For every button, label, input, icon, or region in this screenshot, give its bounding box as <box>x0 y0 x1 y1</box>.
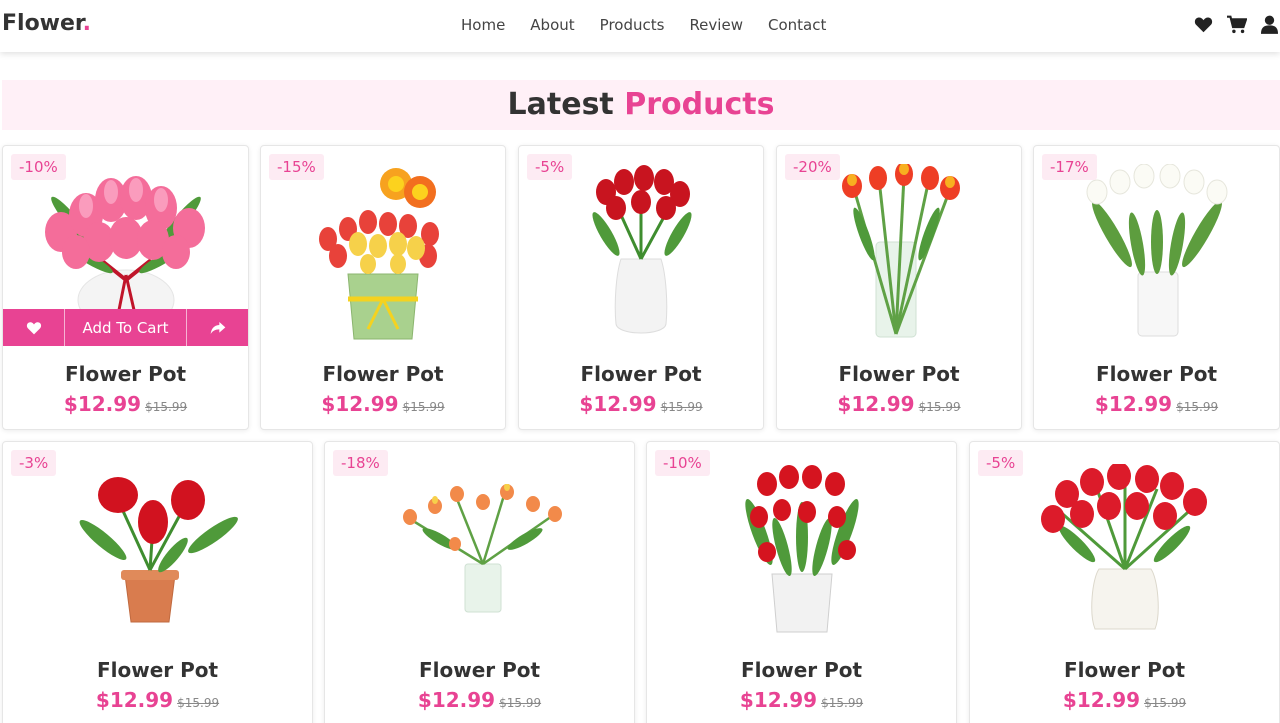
product-card[interactable]: -5% Flower Pot $12.99 $15.99 <box>518 145 764 430</box>
product-name[interactable]: Flower Pot <box>970 658 1279 682</box>
original-price: $15.99 <box>1144 696 1187 710</box>
nav-about[interactable]: About <box>530 16 574 34</box>
product-name[interactable]: Flower Pot <box>647 658 956 682</box>
product-card[interactable]: -15% Flower Pot $12.99 $15.99 <box>260 145 506 430</box>
current-price: $12.99 <box>1062 688 1141 712</box>
product-price: $12.99 $15.99 <box>261 392 505 416</box>
logo[interactable]: Flower. <box>2 11 91 36</box>
heart-icon[interactable] <box>1193 14 1214 35</box>
wishlist-button[interactable] <box>3 309 65 346</box>
product-price: $12.99 $15.99 <box>970 688 1279 712</box>
main-nav: Home About Products Review Contact <box>461 16 851 34</box>
discount-badge: -10% <box>655 450 710 476</box>
current-price: $12.99 <box>1094 392 1173 416</box>
nav-contact[interactable]: Contact <box>768 16 826 34</box>
product-price: $12.99 $15.99 <box>647 688 956 712</box>
product-price: $12.99 $15.99 <box>1034 392 1279 416</box>
original-price: $15.99 <box>402 400 445 414</box>
logo-text: Flower <box>2 11 83 36</box>
product-price: $12.99 $15.99 <box>777 392 1021 416</box>
product-name[interactable]: Flower Pot <box>3 362 248 386</box>
nav-home[interactable]: Home <box>461 16 505 34</box>
product-name[interactable]: Flower Pot <box>777 362 1021 386</box>
product-image[interactable] <box>325 484 634 614</box>
discount-badge: -3% <box>11 450 57 476</box>
section-title: Latest Products <box>507 87 775 122</box>
discount-badge: -20% <box>785 154 840 180</box>
product-name[interactable]: Flower Pot <box>325 658 634 682</box>
section-title-banner: Latest Products <box>2 80 1280 130</box>
original-price: $15.99 <box>499 696 542 710</box>
original-price: $15.99 <box>177 696 220 710</box>
share-icon <box>210 321 226 334</box>
current-price: $12.99 <box>579 392 657 416</box>
product-image[interactable] <box>647 462 956 637</box>
current-price: $12.99 <box>837 392 915 416</box>
product-image[interactable] <box>3 470 312 630</box>
nav-products[interactable]: Products <box>600 16 665 34</box>
product-image[interactable] <box>777 164 1021 342</box>
logo-dot: . <box>82 11 92 36</box>
product-card[interactable]: -10% Add To Cart Flower Pot $12.99 $15.99 <box>2 145 249 430</box>
heart-icon <box>26 321 41 334</box>
original-price: $15.99 <box>821 696 864 710</box>
header-icons <box>1193 14 1280 35</box>
current-price: $12.99 <box>95 688 174 712</box>
product-image[interactable] <box>261 164 505 344</box>
original-price: $15.99 <box>145 400 188 414</box>
product-image[interactable] <box>519 164 763 339</box>
current-price: $12.99 <box>739 688 818 712</box>
cart-icon[interactable] <box>1226 14 1247 35</box>
product-card[interactable]: -5% Flower Pot $12.99 $15.99 <box>969 441 1280 723</box>
product-price: $12.99 $15.99 <box>325 688 634 712</box>
discount-badge: -5% <box>527 154 573 180</box>
product-card[interactable]: -3% Flower Pot $12.99 $15.99 <box>2 441 313 723</box>
user-icon[interactable] <box>1259 14 1280 35</box>
product-name[interactable]: Flower Pot <box>261 362 505 386</box>
product-price: $12.99 $15.99 <box>3 392 248 416</box>
discount-badge: -17% <box>1042 154 1097 180</box>
product-card[interactable]: -18% Flower Pot $12.99 $15.99 <box>324 441 635 723</box>
add-to-cart-button[interactable]: Add To Cart <box>65 309 187 346</box>
original-price: $15.99 <box>660 400 703 414</box>
nav-review[interactable]: Review <box>689 16 743 34</box>
discount-badge: -10% <box>11 154 66 180</box>
current-price: $12.99 <box>321 392 399 416</box>
product-name[interactable]: Flower Pot <box>3 658 312 682</box>
product-card[interactable]: -20% Flower Pot $12.99 $15.99 <box>776 145 1022 430</box>
product-price: $12.99 $15.99 <box>519 392 763 416</box>
discount-badge: -5% <box>978 450 1024 476</box>
share-button[interactable] <box>187 309 248 346</box>
product-name[interactable]: Flower Pot <box>519 362 763 386</box>
current-price: $12.99 <box>63 392 142 416</box>
product-image[interactable] <box>970 464 1279 634</box>
product-card[interactable]: -17% Flower Pot $12.99 $15.99 <box>1033 145 1280 430</box>
card-action-bar: Add To Cart <box>3 309 248 346</box>
discount-badge: -18% <box>333 450 388 476</box>
product-name[interactable]: Flower Pot <box>1034 362 1279 386</box>
product-image[interactable] <box>1034 164 1279 339</box>
original-price: $15.99 <box>1176 400 1219 414</box>
discount-badge: -15% <box>269 154 324 180</box>
original-price: $15.99 <box>918 400 961 414</box>
site-header: Flower. Home About Products Review Conta… <box>0 0 1280 52</box>
product-image[interactable] <box>3 160 248 320</box>
product-price: $12.99 $15.99 <box>3 688 312 712</box>
current-price: $12.99 <box>417 688 496 712</box>
product-card[interactable]: -10% Flower Pot $12.99 $15.99 <box>646 441 957 723</box>
